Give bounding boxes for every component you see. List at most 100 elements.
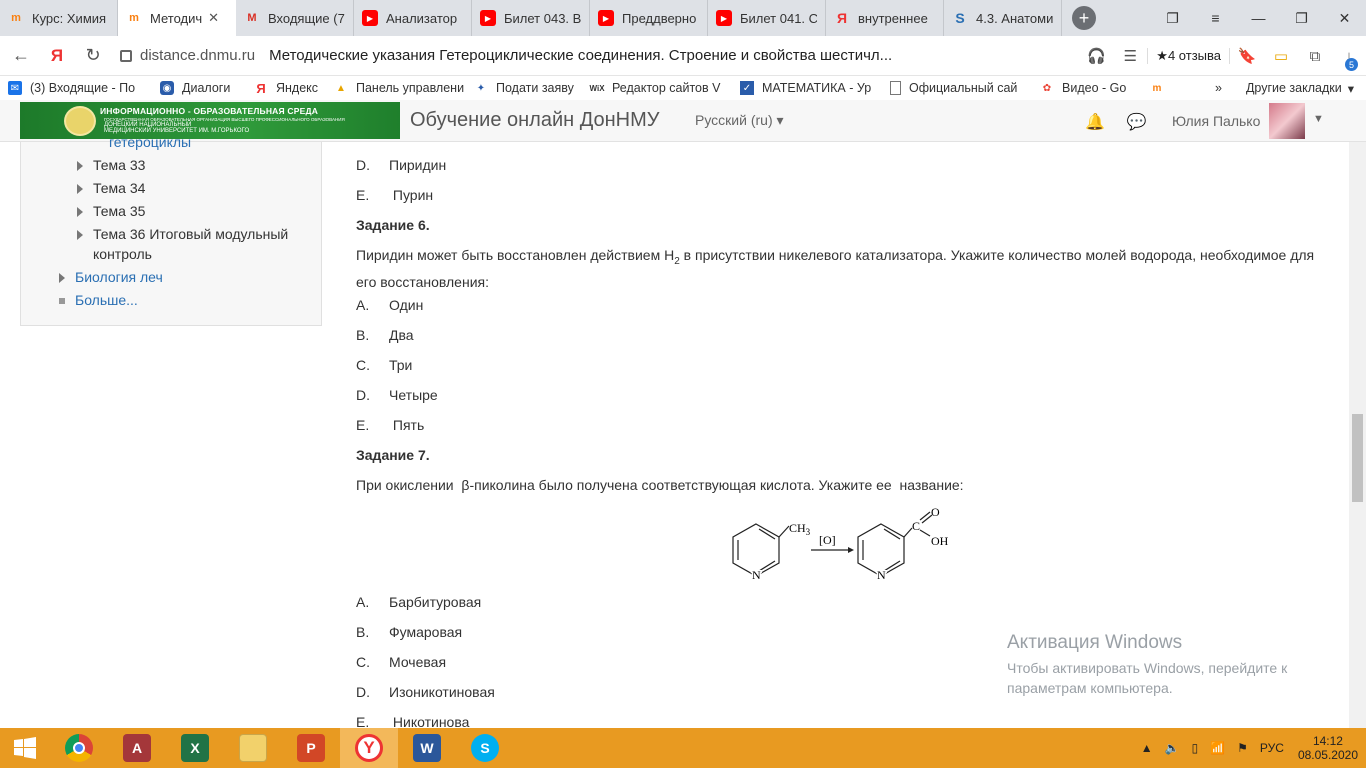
back-icon[interactable]: ← bbox=[6, 45, 36, 66]
task7-option-d: D. Изоникотиновая bbox=[356, 684, 495, 700]
taskbar-access[interactable]: A bbox=[108, 728, 166, 768]
bullet-icon bbox=[59, 298, 65, 305]
other-bookmarks[interactable]: Другие закладки bbox=[1246, 81, 1342, 95]
tab-vestibule[interactable]: ▶ Преддверно bbox=[590, 0, 708, 36]
photos-icon: ✿ bbox=[1042, 82, 1052, 94]
sidebar-item-topic-33[interactable]: Тема 33 bbox=[77, 157, 145, 173]
bookmark-icon[interactable]: 🔖 bbox=[1230, 47, 1264, 65]
taskbar-explorer[interactable] bbox=[224, 728, 282, 768]
start-button[interactable] bbox=[0, 728, 50, 768]
taskbar-powerpoint[interactable]: P bbox=[282, 728, 340, 768]
close-window-icon[interactable]: ✕ bbox=[1323, 0, 1366, 36]
sidebar-more-link[interactable]: Больше... bbox=[59, 292, 138, 308]
university-emblem-icon bbox=[64, 106, 96, 136]
flag-icon[interactable]: ⚑ bbox=[1237, 741, 1248, 755]
expand-arrow-icon bbox=[77, 184, 83, 195]
task6-option-c: C. Три bbox=[356, 357, 413, 373]
window-controls: ❐ ≡ — ❐ ✕ bbox=[1151, 0, 1366, 36]
yandex-icon: Я bbox=[256, 81, 266, 95]
bookmark-dialogs[interactable]: ◉ Диалоги bbox=[152, 81, 246, 95]
task7-title: Задание 7. bbox=[356, 447, 430, 463]
youtube-icon: ▶ bbox=[716, 10, 732, 26]
tab-ticket-041[interactable]: ▶ Билет 041. С bbox=[708, 0, 826, 36]
taskbar-chrome[interactable] bbox=[50, 728, 108, 768]
language-menu[interactable]: Русский (ru) ▾ bbox=[695, 112, 784, 129]
scrollbar-thumb[interactable] bbox=[1352, 414, 1363, 502]
chrome-icon bbox=[65, 734, 93, 762]
tray-expand-icon[interactable]: ▲ bbox=[1141, 741, 1153, 755]
site-name[interactable]: Обучение онлайн ДонНМУ bbox=[410, 109, 660, 132]
volume-icon[interactable]: 🔈 bbox=[1165, 741, 1180, 755]
bookmark-control-panel[interactable]: ▲ Панель управлени bbox=[326, 81, 466, 95]
network-icon[interactable]: 📶 bbox=[1210, 741, 1225, 755]
moodle-icon: m bbox=[129, 12, 139, 24]
input-language[interactable]: РУС bbox=[1260, 741, 1284, 755]
sidebar-item-topic-36-cont[interactable]: контроль bbox=[93, 246, 152, 262]
taskbar: A X P Y W S ▲ 🔈 ▯ 📶 ⚑ РУС 14:12 08.05.20… bbox=[0, 728, 1366, 768]
headphones-icon[interactable]: 🎧 bbox=[1079, 47, 1113, 65]
picoline-ring bbox=[732, 523, 790, 577]
reload-icon[interactable]: ↻ bbox=[78, 45, 108, 66]
moodle-icon: m bbox=[11, 12, 21, 24]
option-e-prev: E. Пурин bbox=[356, 187, 434, 203]
bookmark-apply[interactable]: ✦ Подати заяву bbox=[466, 81, 582, 95]
tabs-overview-icon[interactable]: ❐ bbox=[1151, 0, 1194, 36]
menu-icon[interactable]: ≡ bbox=[1194, 0, 1237, 36]
avatar[interactable] bbox=[1269, 103, 1305, 139]
yandex-button[interactable]: Я bbox=[42, 46, 72, 66]
address-bar: ← Я ↻ distance.dnmu.ru Методические указ… bbox=[0, 36, 1366, 76]
bookmark-yandex[interactable]: Я Яндекс bbox=[246, 81, 326, 95]
tab-anatomy[interactable]: S 4.3. Анатоми bbox=[944, 0, 1062, 36]
task7-option-c: C. Мочевая bbox=[356, 654, 447, 670]
bookmark-video[interactable]: ✿ Видео - Go bbox=[1032, 81, 1142, 95]
taskbar-skype[interactable]: S bbox=[456, 728, 514, 768]
tab-course-chemistry[interactable]: m Курс: Химия bbox=[0, 0, 118, 36]
page-scrollbar[interactable] bbox=[1349, 142, 1366, 728]
user-menu-caret-icon[interactable]: ▼ bbox=[1313, 113, 1324, 125]
expand-arrow-icon bbox=[77, 161, 83, 172]
tab-methodical[interactable]: m Методич ✕ bbox=[118, 0, 236, 36]
notifications-bell-icon[interactable]: 🔔 bbox=[1085, 112, 1105, 132]
tab-internal[interactable]: Я внутреннее bbox=[826, 0, 944, 36]
bookmark-official[interactable]: Официальный сай bbox=[882, 81, 1032, 95]
bookmark-inbox[interactable]: ✉ (3) Входящие - По bbox=[0, 81, 152, 95]
youtube-icon: ▶ bbox=[480, 10, 496, 26]
site-logo[interactable]: ИНФОРМАЦИОННО - ОБРАЗОВАТЕЛЬНАЯ СРЕДА ГО… bbox=[20, 102, 400, 139]
sidebar-item-topic-36[interactable]: Тема 36 Итоговый модульный bbox=[77, 226, 288, 242]
new-tab-button[interactable]: + bbox=[1072, 6, 1096, 30]
tab-inbox[interactable]: M Входящие (7 bbox=[236, 0, 354, 36]
taskbar-yandex-browser[interactable]: Y bbox=[340, 728, 398, 768]
bookmarks-overflow[interactable]: » bbox=[1215, 81, 1222, 95]
tab-analyzer[interactable]: ▶ Анализатор bbox=[354, 0, 472, 36]
bookmark-moodle[interactable]: m bbox=[1142, 81, 1170, 95]
task7-option-e: E. Никотинова bbox=[356, 714, 470, 728]
sidebar-item-heterocycles[interactable]: гетероциклы bbox=[109, 134, 191, 150]
reagent-label: [O] bbox=[819, 533, 836, 547]
sidebar-item-topic-35[interactable]: Тема 35 bbox=[77, 203, 145, 219]
expand-arrow-icon bbox=[59, 273, 65, 284]
reviews-button[interactable]: ★4 отзыва bbox=[1147, 48, 1230, 64]
bookmark-wix[interactable]: WiX Редактор сайтов V bbox=[582, 81, 732, 95]
clock[interactable]: 14:12 08.05.2020 bbox=[1298, 734, 1358, 762]
close-tab-icon[interactable]: ✕ bbox=[208, 10, 219, 26]
sidebar-item-topic-34[interactable]: Тема 34 bbox=[77, 180, 145, 196]
url-field[interactable]: distance.dnmu.ru Методические указания Г… bbox=[120, 47, 892, 64]
reaction-arrow bbox=[811, 547, 854, 553]
sidebar-item-biology[interactable]: Биология леч bbox=[59, 269, 163, 285]
chevron-down-icon[interactable]: ▾ bbox=[1348, 81, 1354, 96]
restore-icon[interactable]: ❐ bbox=[1280, 0, 1323, 36]
bookmark-math[interactable]: ✓ МАТЕМАТИКА - Ур bbox=[732, 81, 882, 95]
user-name[interactable]: Юлия Палько bbox=[1172, 113, 1260, 129]
tab-ticket-043[interactable]: ▶ Билет 043. В bbox=[472, 0, 590, 36]
c-label: C bbox=[912, 519, 920, 533]
messages-icon[interactable]: 💬 bbox=[1127, 112, 1147, 132]
task6-option-e: E. Пять bbox=[356, 417, 425, 433]
browser-tab-strip: m Курс: Химия m Методич ✕ M Входящие (7 … bbox=[0, 0, 1366, 36]
taskbar-excel[interactable]: X bbox=[166, 728, 224, 768]
minimize-icon[interactable]: — bbox=[1237, 0, 1280, 36]
reader-icon[interactable]: ☰ bbox=[1113, 47, 1147, 65]
taskbar-word[interactable]: W bbox=[398, 728, 456, 768]
battery-icon[interactable]: ▭ bbox=[1264, 47, 1298, 65]
battery-icon[interactable]: ▯ bbox=[1192, 741, 1199, 755]
extension-icon[interactable]: ⧉ bbox=[1298, 48, 1332, 65]
